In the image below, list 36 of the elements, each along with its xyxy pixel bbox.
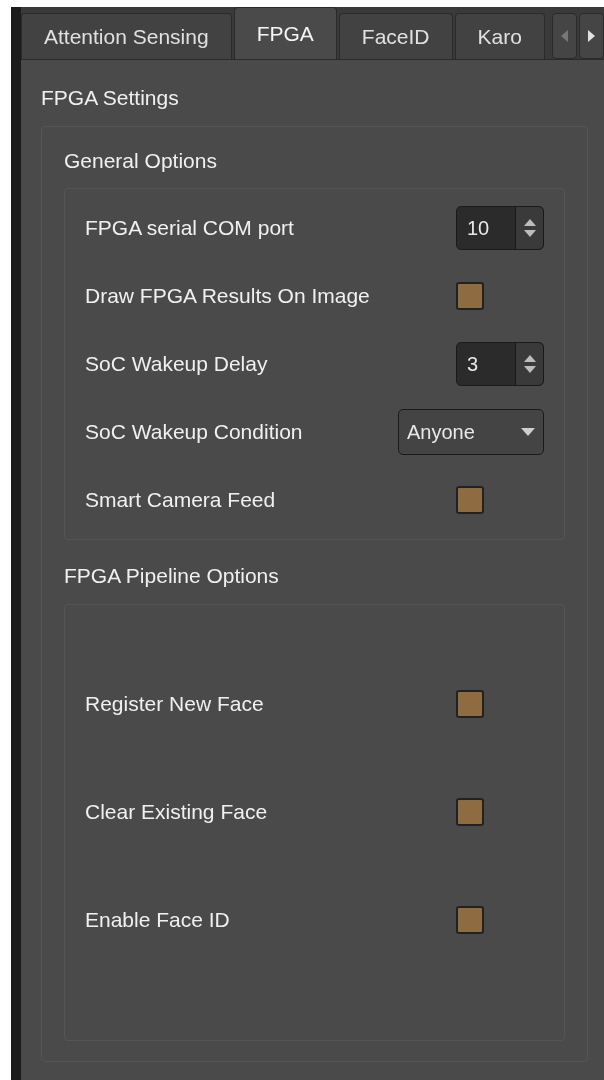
- option-label: Clear Existing Face: [85, 798, 268, 825]
- tab[interactable]: FaceID: [338, 13, 453, 59]
- spin-value: 10: [466, 216, 491, 241]
- dropdown[interactable]: Anyone: [398, 409, 544, 455]
- down-arrow-icon: [523, 366, 536, 373]
- option-label: FPGA serial COM port: [85, 215, 294, 242]
- left-arrow-icon: [561, 30, 568, 42]
- option-label: SoC Wakeup Delay: [85, 351, 268, 378]
- checkbox[interactable]: [456, 905, 484, 934]
- checkbox[interactable]: [456, 486, 484, 514]
- checkbox[interactable]: [456, 282, 484, 310]
- tab[interactable]: FPGA: [233, 7, 337, 59]
- group-title: FPGA Pipeline Options: [64, 563, 280, 589]
- scroll-right-button[interactable]: [579, 13, 604, 59]
- spin-arrows[interactable]: [515, 343, 543, 385]
- spin-box[interactable]: 10: [456, 206, 544, 250]
- checkbox[interactable]: [456, 689, 484, 718]
- option-label: Register New Face: [85, 690, 264, 717]
- tab[interactable]: Attention Sensing: [21, 13, 232, 59]
- up-arrow-icon: [523, 355, 536, 362]
- caret-icon: [521, 428, 535, 436]
- down-arrow-icon: [523, 230, 536, 237]
- group-title: General Options: [64, 147, 218, 174]
- option-label: Smart Camera Feed: [85, 487, 276, 514]
- spin-arrows[interactable]: [515, 207, 543, 249]
- tab[interactable]: Karo: [454, 13, 545, 59]
- option-label: Draw FPGA Results On Image: [85, 283, 370, 310]
- section-title: FPGA Settings: [41, 85, 180, 111]
- option-label: Enable Face ID: [85, 906, 230, 933]
- dropdown-value: Anyone: [407, 420, 475, 445]
- option-label: SoC Wakeup Condition: [85, 419, 303, 446]
- spin-box[interactable]: 3: [456, 342, 544, 386]
- spin-value: 3: [466, 352, 480, 377]
- up-arrow-icon: [523, 219, 536, 226]
- checkbox[interactable]: [456, 797, 484, 826]
- right-arrow-icon: [588, 30, 595, 42]
